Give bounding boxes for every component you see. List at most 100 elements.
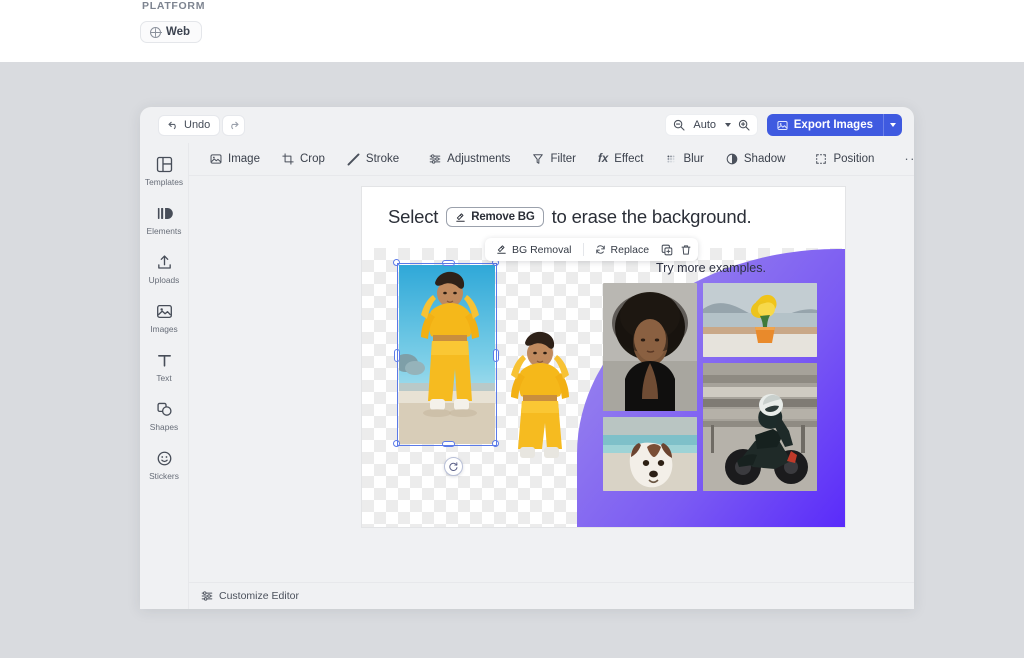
- toolbar-label: Shadow: [743, 153, 786, 165]
- image-icon: [777, 120, 788, 130]
- toolbar-label: Position: [833, 153, 875, 165]
- undo-label: Undo: [184, 119, 211, 131]
- toolbar-label: Image: [228, 153, 260, 165]
- resize-handle-bottom-left[interactable]: [393, 440, 400, 447]
- sidebar-item-stickers[interactable]: Stickers: [140, 449, 188, 481]
- export-images-button[interactable]: Export Images: [766, 114, 883, 136]
- resize-handle-middle-left[interactable]: [393, 349, 400, 362]
- sidebar-label: Stickers: [149, 471, 179, 481]
- toolbar-item-adjustments[interactable]: Adjustments: [418, 148, 521, 170]
- topbar-right-controls: Auto Export Images: [664, 114, 902, 136]
- sidebar-item-templates[interactable]: Templates: [140, 155, 188, 187]
- undo-button[interactable]: Undo: [158, 114, 221, 136]
- sidebar-label: Shapes: [149, 422, 179, 432]
- toolbar-label: Crop: [299, 153, 325, 165]
- sidebar-item-elements[interactable]: Elements: [140, 204, 188, 236]
- screenshot-root: PLATFORM Web Undo Auto Export Images Tem…: [0, 0, 1024, 658]
- toolbar-item-position[interactable]: Position: [804, 148, 885, 170]
- more-horizontal-icon: ···: [904, 151, 914, 166]
- design-canvas[interactable]: Select Remove BG to erase the background…: [362, 187, 845, 527]
- headline-suffix: to erase the background.: [551, 206, 752, 227]
- platform-section: PLATFORM Web: [140, 0, 340, 43]
- editor-window: Undo Auto Export Images Templates Elemen…: [140, 107, 914, 609]
- toolbar-item-crop[interactable]: Crop: [271, 148, 336, 170]
- toolbar-item-stroke[interactable]: Stroke: [336, 148, 410, 170]
- selected-image-object[interactable]: [393, 259, 589, 476]
- toolbar-item-blur[interactable]: Blur: [654, 148, 714, 170]
- toolbar-label: Effect: [614, 153, 644, 165]
- replace-button[interactable]: Replace: [588, 240, 657, 259]
- duplicate-button[interactable]: [658, 241, 675, 258]
- sidebar-label: Templates: [144, 177, 184, 187]
- canvas-workarea[interactable]: Select Remove BG to erase the background…: [189, 176, 914, 609]
- original-photo-with-background: [399, 265, 495, 444]
- sidebar-item-uploads[interactable]: Uploads: [140, 253, 188, 285]
- sidebar-label: Uploads: [148, 275, 180, 285]
- sidebar-item-images[interactable]: Images: [140, 302, 188, 334]
- cutout-subject-no-background: [495, 265, 589, 460]
- zoom-in-icon[interactable]: [738, 119, 750, 131]
- sidebar-item-text[interactable]: Text: [140, 351, 188, 383]
- redo-arrow-icon: [231, 121, 239, 129]
- toolbar-item-more[interactable]: ···: [893, 148, 914, 170]
- export-dropdown-button[interactable]: [883, 114, 902, 136]
- example-thumbnail-motorcycle-rider[interactable]: [703, 363, 817, 491]
- templates-grid-icon: [155, 155, 174, 174]
- undo-arrow-icon: [168, 121, 176, 129]
- platform-section-label: PLATFORM: [142, 0, 206, 12]
- resize-handle-top-center[interactable]: [442, 259, 455, 266]
- sidebar-label: Elements: [146, 226, 182, 236]
- customize-editor-button[interactable]: Customize Editor: [201, 590, 299, 602]
- zoom-level-value[interactable]: Auto: [692, 119, 718, 131]
- platform-chip-label: Web: [166, 26, 191, 38]
- image-context-toolbar: BG Removal Replace: [485, 238, 699, 261]
- examples-title: Try more examples.: [656, 261, 766, 275]
- canvas-headline: Select Remove BG to erase the background…: [388, 206, 752, 228]
- filter-funnel-icon: [533, 154, 544, 164]
- resize-handle-top-left[interactable]: [393, 259, 400, 266]
- replace-refresh-icon: [595, 245, 605, 254]
- bg-removal-label: BG Removal: [512, 243, 572, 256]
- history-controls: Undo: [158, 114, 246, 136]
- examples-panel: Try more examples.: [577, 249, 845, 527]
- examples-thumbnail-grid: [603, 283, 817, 491]
- customize-editor-label: Customize Editor: [219, 590, 299, 602]
- platform-chip-web[interactable]: Web: [140, 21, 203, 43]
- resize-handle-bottom-right[interactable]: [492, 440, 499, 447]
- rotate-icon: [449, 462, 458, 471]
- shapes-icon: [155, 400, 174, 419]
- position-frame-icon: [816, 154, 827, 164]
- toolbar-item-effect[interactable]: fx Effect: [587, 148, 654, 170]
- example-thumbnail-flower-pot-balcony[interactable]: [703, 283, 817, 357]
- chevron-down-icon[interactable]: [724, 123, 731, 127]
- editor-statusbar: Customize Editor: [189, 582, 914, 609]
- stroke-line-icon: [347, 153, 360, 165]
- zoom-out-icon[interactable]: [673, 119, 685, 131]
- headline-chip-label: Remove BG: [471, 211, 535, 223]
- left-sidebar: Templates Elements Uploads Images Text S…: [140, 143, 189, 609]
- toolbar-item-shadow[interactable]: Shadow: [715, 148, 797, 170]
- bg-removal-button[interactable]: BG Removal: [489, 240, 579, 259]
- export-images-label: Export Images: [793, 119, 873, 131]
- image-icon: [210, 154, 222, 164]
- toolbar-item-image[interactable]: Image: [199, 148, 271, 170]
- delete-button[interactable]: [677, 241, 694, 258]
- elements-bars-icon: [155, 204, 174, 223]
- export-button-group: Export Images: [766, 114, 902, 136]
- sidebar-item-shapes[interactable]: Shapes: [140, 400, 188, 432]
- sliders-icon: [201, 591, 213, 601]
- editor-topbar: Undo Auto Export Images: [140, 107, 914, 143]
- sidebar-label: Images: [150, 324, 178, 334]
- text-t-icon: [155, 351, 174, 370]
- resize-handle-bottom-center[interactable]: [442, 440, 455, 447]
- redo-button[interactable]: [222, 114, 246, 136]
- object-toolbar: Image Crop Stroke Adjustments Filter fx …: [189, 143, 914, 176]
- toolbar-item-filter[interactable]: Filter: [521, 148, 587, 170]
- rotate-handle[interactable]: [444, 457, 463, 476]
- example-thumbnail-dog-at-beach[interactable]: [603, 417, 697, 491]
- zoom-control: Auto: [664, 114, 758, 136]
- toolbar-label: Filter: [550, 153, 576, 165]
- crop-icon: [282, 153, 294, 165]
- resize-handle-middle-right[interactable]: [492, 349, 499, 362]
- example-thumbnail-portrait-afro-woman[interactable]: [603, 283, 697, 411]
